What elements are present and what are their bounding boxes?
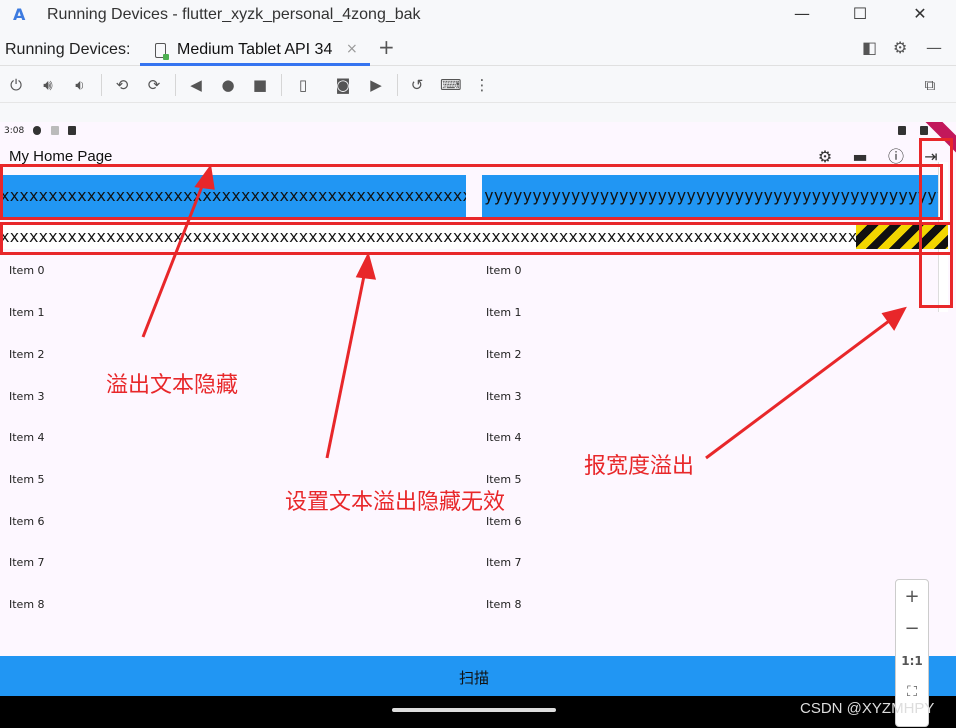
annotation-width-overflow: 报宽度溢出 [584,454,695,479]
home-icon[interactable]: ● [218,75,238,95]
layout-icon[interactable]: ◧ [862,38,877,57]
shield-icon [33,126,41,135]
snapshot-history-icon[interactable]: ↺ [407,75,427,95]
list-item[interactable]: Item 2 [9,348,45,361]
gesture-handle[interactable] [392,708,556,712]
annotation-box-text-row [0,164,943,220]
list-item[interactable]: Item 4 [486,431,522,444]
rotate-right-icon[interactable]: ⟳ [144,75,164,95]
maximize-button[interactable]: ☐ [840,2,880,26]
camera-icon[interactable]: ◙ [333,75,353,95]
list-item[interactable]: Item 3 [486,390,522,403]
tab-label: Medium Tablet API 34 [177,41,333,58]
list-item[interactable]: Item 2 [486,348,522,361]
scan-button-label: 扫描 [458,669,489,687]
hide-icon[interactable]: — [926,38,942,57]
gear-icon[interactable]: ⚙ [893,38,907,57]
volume-up-icon[interactable]: 🔊︎ [38,75,58,95]
close-window-button[interactable]: ✕ [900,2,940,26]
device-icon [155,43,169,60]
scan-button[interactable]: 扫描 [0,656,956,696]
zoom-out-button[interactable]: − [896,618,928,639]
battery-icon [920,126,928,135]
watermark: CSDN @XYZMHPY [800,700,935,717]
record-video-icon[interactable]: ▶ [366,75,386,95]
list-item[interactable]: Item 6 [9,515,45,528]
device-toolbar: ⏻ 🔊︎ 🔉︎ ⟲ ⟳ ◀ ● ■ ▯ ◙ ▶ ↺ ⌨ ⋮ ⧉ [0,67,956,103]
rotate-left-icon[interactable]: ⟲ [112,75,132,95]
zoom-actual-size-button[interactable]: 1:1 [896,654,928,668]
toolbar-divider [101,74,102,96]
minimize-button[interactable]: — [782,2,822,26]
page-title: My Home Page [9,148,113,165]
list-item[interactable]: Item 0 [486,264,522,277]
annotation-setting-invalid: 设置文本溢出隐藏无效 [285,490,506,515]
add-tab-button[interactable]: + [378,35,395,59]
annotation-box-overflow-row [0,222,953,255]
list-item[interactable]: Item 5 [9,473,45,486]
android-status-bar: 3:08 [0,122,956,142]
wifi-icon [51,126,59,135]
tab-bar: Running Devices: Medium Tablet API 34 × … [0,30,956,66]
more-options-icon[interactable]: ⋮ [472,75,492,95]
back-icon[interactable]: ◀ [186,75,206,95]
list-item[interactable]: Item 7 [486,556,522,569]
zoom-fit-icon[interactable]: ⛶ [896,684,928,700]
list-item[interactable]: Item 0 [9,264,45,277]
zoom-in-button[interactable]: + [896,586,928,607]
toolbar-divider [397,74,398,96]
power-icon[interactable]: ⏻ [6,75,26,95]
overview-icon[interactable]: ■ [250,75,270,95]
device-mirror-icon[interactable]: ⧉ [920,75,940,95]
list-item[interactable]: Item 1 [486,306,522,319]
device-settings-icon[interactable]: ▯ [293,75,313,95]
window-title: Running Devices - flutter_xyzk_personal_… [47,6,421,23]
annotation-hide-overflow: 溢出文本隐藏 [106,373,239,398]
list-item[interactable]: Item 8 [9,598,45,611]
title-bar: A Running Devices - flutter_xyzk_persona… [0,0,956,30]
tab-close-icon[interactable]: × [346,41,358,57]
sd-card-icon [68,126,76,135]
running-devices-label: Running Devices: [5,41,131,58]
list-item[interactable]: Item 7 [9,556,45,569]
volume-down-icon[interactable]: 🔉︎ [70,75,90,95]
list-item[interactable]: Item 8 [486,598,522,611]
list-item[interactable]: Item 4 [9,431,45,444]
list-item[interactable]: Item 3 [9,390,45,403]
list-item[interactable]: Item 1 [9,306,45,319]
keyboard-icon[interactable]: ⌨ [440,75,462,95]
status-time: 3:08 [4,126,25,136]
toolbar-divider [281,74,282,96]
tab-medium-tablet[interactable]: Medium Tablet API 34 × [140,32,370,66]
annotation-box-width-overflow [919,138,953,308]
list-item[interactable]: Item 6 [486,515,522,528]
android-studio-logo-icon: A [13,5,26,24]
toolbar-divider [175,74,176,96]
signal-icon [898,126,906,135]
